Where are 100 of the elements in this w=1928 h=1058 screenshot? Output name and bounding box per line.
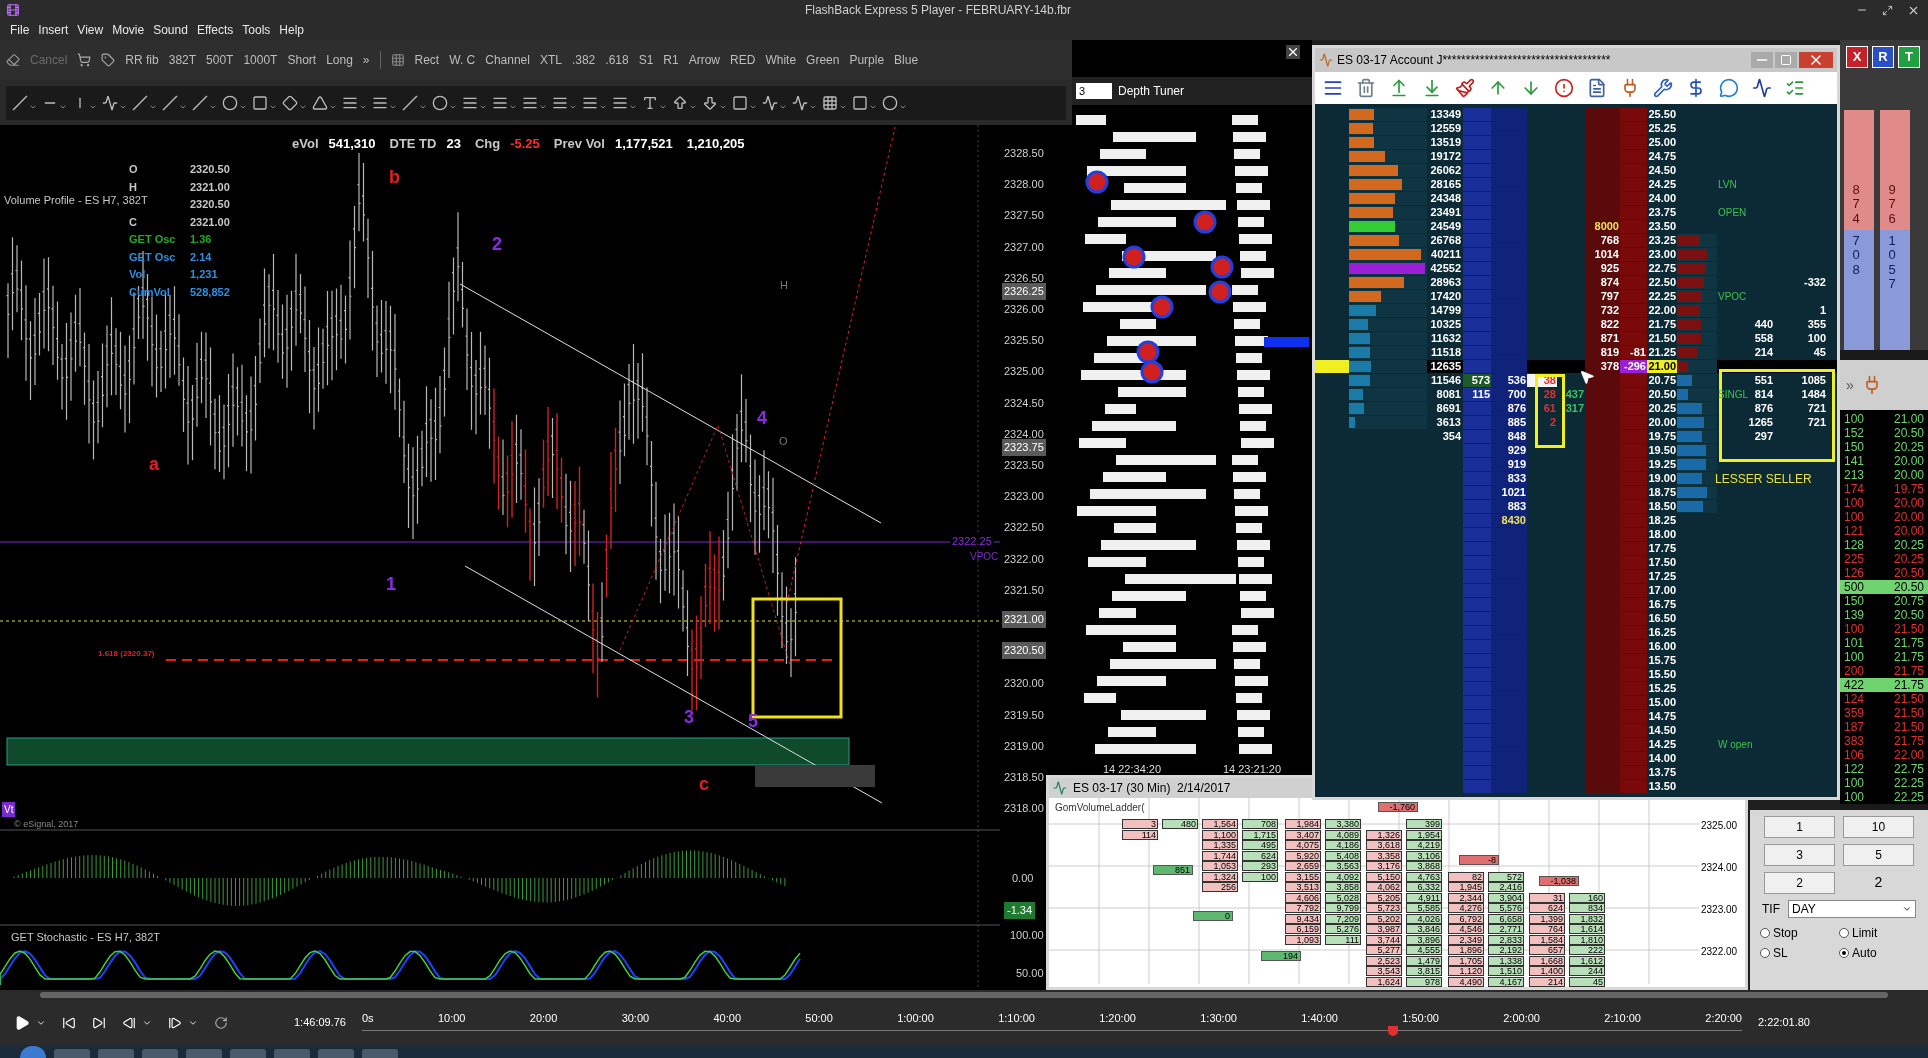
diamond-icon[interactable] xyxy=(282,94,298,111)
tif-select[interactable]: DAY xyxy=(1788,900,1916,918)
close-icon[interactable] xyxy=(1286,45,1300,59)
price-cell[interactable]: 13.75 xyxy=(1647,766,1677,779)
ladder-row[interactable]: 13349 25.50 xyxy=(1315,108,1837,122)
speed-lines-icon[interactable] xyxy=(792,94,808,111)
ladder-row[interactable]: 26768 768 23.25 xyxy=(1315,234,1837,248)
radio-button[interactable] xyxy=(1839,948,1849,958)
ladder-row[interactable]: 28165 24.25 LVN xyxy=(1315,178,1837,192)
toolbar-button[interactable]: 500T xyxy=(206,51,234,69)
ladder-row[interactable]: 17.00 xyxy=(1315,584,1837,598)
price-cell[interactable]: 18.00 xyxy=(1647,528,1677,541)
tag-icon[interactable] xyxy=(101,53,116,67)
toolbar-button[interactable]: Blue xyxy=(894,51,919,69)
grid-icon[interactable] xyxy=(390,53,405,67)
ladder-row[interactable]: 14.75 xyxy=(1315,710,1837,724)
price-cell[interactable]: 18.50 xyxy=(1647,500,1677,513)
toolbar-button[interactable]: RR fib xyxy=(125,51,159,69)
rectangle-icon[interactable] xyxy=(252,94,268,111)
toolbar-button[interactable]: » xyxy=(362,51,370,69)
price-cell[interactable]: 15.75 xyxy=(1647,654,1677,667)
alert-icon[interactable] xyxy=(1554,78,1574,98)
step-forward-icon[interactable] xyxy=(168,1015,182,1030)
menu-item[interactable]: View xyxy=(77,21,104,39)
price-cell[interactable]: 13.50 xyxy=(1647,780,1677,793)
side-button[interactable]: R xyxy=(1872,46,1894,68)
trash-icon[interactable] xyxy=(1356,78,1376,98)
ladder-row[interactable]: 13.75 xyxy=(1315,766,1837,780)
radio-button[interactable] xyxy=(1760,948,1770,958)
toolbar-button[interactable]: Arrow xyxy=(688,51,721,69)
expand-toggle[interactable]: » xyxy=(1846,374,1854,396)
price-cell[interactable]: 20.50 xyxy=(1647,388,1677,401)
price-cell[interactable]: 14.25 xyxy=(1647,738,1677,751)
ladder-row[interactable]: 15.50 xyxy=(1315,668,1837,682)
toolbar-button[interactable]: XTL xyxy=(539,51,562,69)
price-cell[interactable]: 17.50 xyxy=(1647,556,1677,569)
maximize-icon[interactable] xyxy=(1882,4,1893,16)
price-cell[interactable]: 21.75 xyxy=(1647,318,1677,331)
ladder-row[interactable]: 26062 24.50 xyxy=(1315,164,1837,178)
chat-icon[interactable] xyxy=(1719,78,1739,98)
target-circles-icon[interactable] xyxy=(432,94,448,111)
price-cell[interactable]: 24.00 xyxy=(1647,192,1677,205)
price-cell[interactable]: 17.25 xyxy=(1647,570,1677,583)
price-cell[interactable]: 15.25 xyxy=(1647,682,1677,695)
pitchfork-icon[interactable] xyxy=(162,94,178,111)
start-button-icon[interactable] xyxy=(20,1046,46,1058)
down-arrow-icon[interactable] xyxy=(702,94,718,111)
price-cell[interactable]: 25.50 xyxy=(1647,108,1677,121)
radio-label[interactable]: Limit xyxy=(1852,924,1878,942)
fan-icon[interactable] xyxy=(132,94,148,111)
price-cell[interactable]: 20.25 xyxy=(1647,402,1677,415)
loop-icon[interactable] xyxy=(214,1015,228,1030)
ladder-row[interactable]: 15.75 xyxy=(1315,654,1837,668)
ladder-row[interactable]: 11632 871 21.50 558 100 xyxy=(1315,332,1837,346)
price-cell[interactable]: 22.75 xyxy=(1647,262,1677,275)
price-cell[interactable]: 19.50 xyxy=(1647,444,1677,457)
toolbar-button[interactable]: White xyxy=(765,51,797,69)
toolbar-button[interactable]: W. C xyxy=(449,51,476,69)
oval-label-icon[interactable] xyxy=(882,94,898,111)
ladder-row[interactable]: 15.00 xyxy=(1315,696,1837,710)
price-cell[interactable]: 18.75 xyxy=(1647,486,1677,499)
up-arrow-icon[interactable] xyxy=(672,94,688,111)
ladder-row[interactable]: 16.25 xyxy=(1315,626,1837,640)
menu-item[interactable]: Insert xyxy=(38,21,69,39)
ladder-row[interactable]: 354 848 19.75 297 xyxy=(1315,430,1837,444)
toolbar-button[interactable]: S1 xyxy=(638,51,654,69)
radio-label[interactable]: Auto xyxy=(1852,944,1877,962)
step-back-icon[interactable] xyxy=(122,1015,136,1030)
price-cell[interactable]: 14.00 xyxy=(1647,752,1677,765)
ladder-row[interactable]: 929 19.50 xyxy=(1315,444,1837,458)
price-cell[interactable]: 24.50 xyxy=(1647,164,1677,177)
caret-icon[interactable] xyxy=(1902,904,1912,914)
price-cell[interactable]: 21.50 xyxy=(1647,332,1677,345)
ladder-row[interactable]: 14.50 xyxy=(1315,724,1837,738)
ladder-row[interactable]: 13519 25.00 xyxy=(1315,136,1837,150)
toolbar-button[interactable]: RED xyxy=(730,51,756,69)
text-tool-icon[interactable] xyxy=(642,94,658,111)
toolbar-button[interactable]: 382T xyxy=(168,51,197,69)
grid-icon[interactable] xyxy=(822,94,838,111)
menu-item[interactable]: Sound xyxy=(153,21,188,39)
price-cell[interactable]: 16.75 xyxy=(1647,598,1677,611)
radio-label[interactable]: SL xyxy=(1773,944,1788,962)
ladder-row[interactable]: 8430 18.25 xyxy=(1315,514,1837,528)
ladder-row[interactable]: 14799 732 22.00 1 xyxy=(1315,304,1837,318)
label-icon[interactable] xyxy=(852,94,868,111)
price-cell[interactable]: 19.75 xyxy=(1647,430,1677,443)
zigzag-icon[interactable] xyxy=(102,94,118,111)
chart-line-icon[interactable] xyxy=(1752,78,1772,98)
radio-button[interactable] xyxy=(1839,928,1849,938)
ladder-row[interactable]: 18.00 xyxy=(1315,528,1837,542)
menu-item[interactable]: Tools xyxy=(242,21,271,39)
price-cell[interactable]: 22.25 xyxy=(1647,290,1677,303)
price-cell[interactable]: 23.75 xyxy=(1647,206,1677,219)
price-cell[interactable]: 16.50 xyxy=(1647,612,1677,625)
line-tool-icon[interactable] xyxy=(12,94,28,111)
ladder-row[interactable]: 19172 24.75 xyxy=(1315,150,1837,164)
quantity-button[interactable]: 5 xyxy=(1843,844,1914,866)
price-cell[interactable]: 25.25 xyxy=(1647,122,1677,135)
price-cell[interactable]: 15.00 xyxy=(1647,696,1677,709)
radio-label[interactable]: Stop xyxy=(1773,924,1798,942)
